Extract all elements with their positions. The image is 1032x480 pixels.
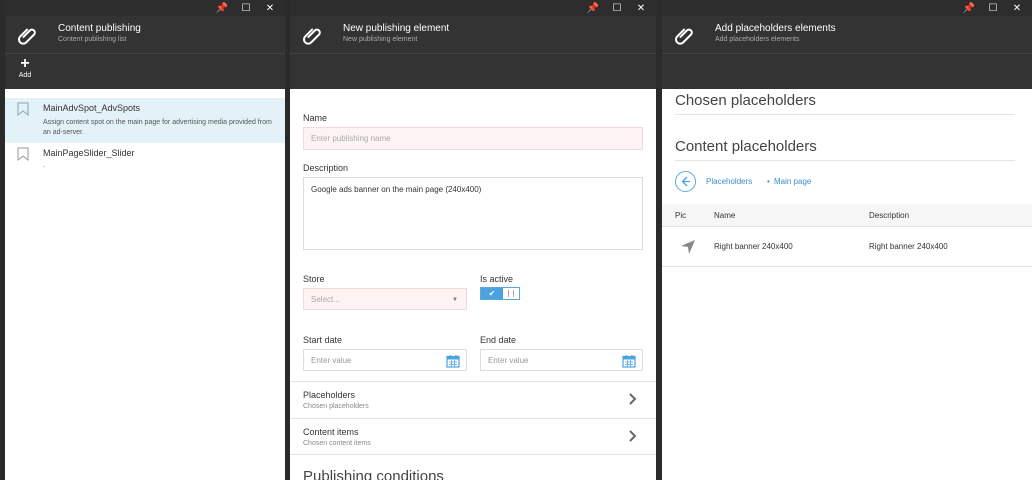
chevron-down-icon: ▼: [452, 297, 458, 303]
maximize-icon[interactable]: ☐: [239, 3, 253, 14]
start-date-value: Enter value: [311, 355, 352, 365]
pin-icon[interactable]: 📌: [962, 3, 976, 14]
maximize-icon[interactable]: ☐: [986, 3, 1000, 14]
is-active-label: Is active: [480, 274, 514, 284]
divider: [675, 160, 1015, 161]
list-item[interactable]: MainPageSlider_Slider .: [5, 143, 285, 175]
table-header: Pic Name Description: [662, 204, 1032, 227]
store-label: Store: [303, 274, 325, 284]
blade-title: Content publishing: [58, 23, 141, 34]
add-button[interactable]: + Add: [16, 55, 34, 80]
chevron-right-icon: [629, 430, 637, 442]
blade-toolbar: [662, 54, 1032, 89]
blade-window-controls: 📌 ☐ ✕: [290, 0, 656, 16]
list-item-description: .: [43, 162, 45, 169]
content-placeholders-heading: Content placeholders: [675, 138, 817, 155]
close-icon[interactable]: ✕: [634, 3, 648, 14]
description-textarea[interactable]: Google ads banner on the main page (240x…: [303, 177, 643, 250]
maximize-icon[interactable]: ☐: [610, 3, 624, 14]
bookmark-icon: [17, 147, 29, 161]
pin-icon[interactable]: 📌: [215, 3, 229, 14]
placeholders-nav-row[interactable]: Placeholders Chosen placeholders: [290, 381, 656, 418]
calendar-icon[interactable]: [622, 354, 636, 368]
store-select[interactable]: Select... ▼: [303, 288, 467, 310]
breadcrumb-main-page[interactable]: Main page: [774, 177, 811, 186]
list-item-title: MainPageSlider_Slider: [43, 148, 135, 158]
end-date-value: Enter value: [488, 355, 529, 365]
end-date-input[interactable]: Enter value: [480, 349, 643, 371]
new-publishing-element-blade: 📌 ☐ ✕ New publishing element New publish…: [290, 0, 656, 480]
column-header-description: Description: [869, 211, 910, 220]
bookmark-icon: [17, 102, 29, 116]
divider: [675, 114, 1015, 115]
is-active-toggle[interactable]: ✔: [480, 287, 520, 300]
blade-header: New publishing element New publishing el…: [290, 16, 656, 54]
table-row[interactable]: Right banner 240x400 Right banner 240x40…: [662, 227, 1032, 267]
blade-subtitle: Content publishing list: [58, 36, 127, 43]
store-select-value: Select...: [311, 294, 340, 304]
breadcrumb-separator: •: [767, 177, 770, 186]
start-date-input[interactable]: Enter value: [303, 349, 467, 371]
pin-icon[interactable]: 📌: [586, 3, 600, 14]
content-items-nav-row[interactable]: Content items Chosen content items: [290, 418, 656, 455]
column-header-pic: Pic: [675, 211, 687, 220]
add-placeholders-blade: 📌 ☐ ✕ Add placeholders elements Add plac…: [662, 0, 1032, 480]
paperclip-icon: [17, 28, 36, 45]
nav-row-title: Placeholders: [303, 390, 356, 400]
location-arrow-icon: [681, 240, 695, 254]
blade-header: Content publishing Content publishing li…: [5, 16, 285, 54]
list-item-description: Assign content spot on the main page for…: [43, 119, 272, 136]
blade-header: Add placeholders elements Add placeholde…: [662, 16, 1032, 54]
content-publishing-blade: 📌 ☐ ✕ Content publishing Content publish…: [5, 0, 285, 480]
plus-icon: +: [20, 55, 30, 72]
description-label: Description: [303, 163, 349, 173]
blade-title: Add placeholders elements: [715, 23, 836, 34]
list-item-title: MainAdvSpot_AdvSpots: [43, 103, 141, 113]
nav-row-subtitle: Chosen content items: [303, 440, 371, 447]
blade-title: New publishing element: [343, 23, 450, 34]
nav-row-subtitle: Chosen placeholders: [303, 403, 369, 410]
close-icon[interactable]: ✕: [1010, 3, 1024, 14]
chevron-right-icon: [629, 393, 637, 405]
close-icon[interactable]: ✕: [263, 3, 277, 14]
publishing-conditions-heading: Publishing conditions: [303, 468, 444, 480]
blade-window-controls: 📌 ☐ ✕: [5, 0, 285, 16]
blade-toolbar: [290, 54, 656, 89]
name-label: Name: [303, 113, 328, 123]
toggle-grip: [508, 290, 514, 297]
paperclip-icon: [674, 28, 693, 45]
end-date-label: End date: [480, 335, 517, 345]
name-input[interactable]: Enter publishing name: [303, 127, 643, 150]
add-button-label: Add: [18, 72, 32, 79]
check-icon: ✔: [481, 288, 503, 299]
blade-subtitle: New publishing element: [343, 36, 418, 43]
nav-row-title: Content items: [303, 427, 359, 437]
blade-subtitle: Add placeholders elements: [715, 36, 800, 43]
list-item[interactable]: MainAdvSpot_AdvSpots Assign content spot…: [5, 98, 285, 143]
row-description: Right banner 240x400: [869, 242, 948, 251]
row-name: Right banner 240x400: [714, 242, 793, 251]
blade-toolbar: + Add: [5, 54, 285, 89]
start-date-label: Start date: [303, 335, 343, 345]
calendar-icon[interactable]: [446, 354, 460, 368]
chosen-placeholders-heading: Chosen placeholders: [675, 92, 816, 109]
column-header-name: Name: [714, 211, 736, 220]
blade-window-controls: 📌 ☐ ✕: [662, 0, 1032, 16]
back-button[interactable]: [675, 171, 696, 192]
paperclip-icon: [302, 28, 321, 45]
breadcrumb-placeholders[interactable]: Placeholders: [706, 177, 752, 186]
arrow-left-icon: [681, 176, 690, 187]
